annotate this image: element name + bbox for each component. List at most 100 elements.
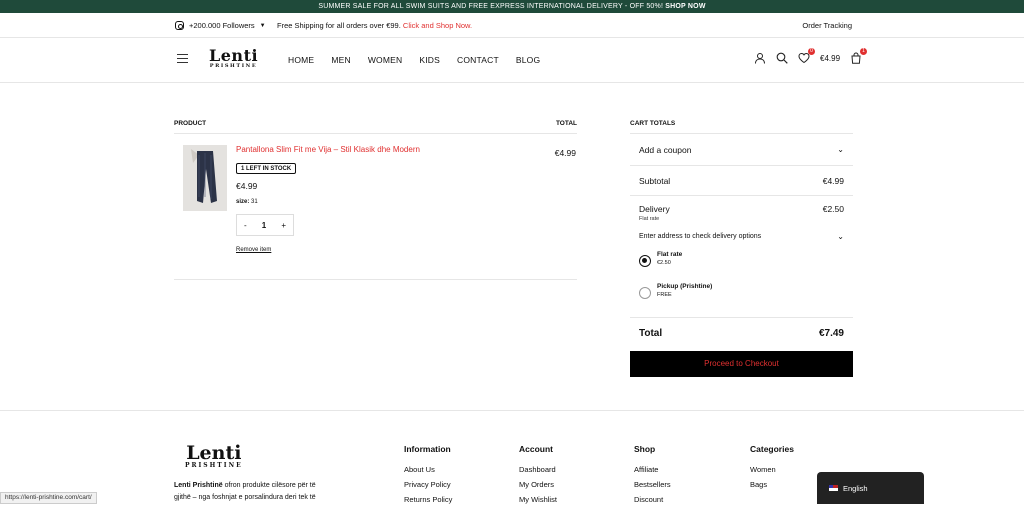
shipping-option-pickup[interactable]: Pickup (Prishtine) FREE [630, 279, 853, 311]
header-icons: 0 €4.99 1 [754, 48, 868, 64]
shop-now-shipping-link[interactable]: Click and Shop Now. [403, 21, 472, 30]
footer-link-discount[interactable]: Discount [634, 495, 671, 504]
delivery-address-toggle[interactable]: Enter address to check delivery options … [630, 225, 853, 247]
product-price: €4.99 [236, 181, 258, 191]
stock-badge: 1 LEFT IN STOCK [236, 163, 297, 174]
enter-address-label: Enter address to check delivery options [639, 232, 762, 240]
footer-link-orders[interactable]: My Orders [519, 480, 557, 489]
site-logo[interactable]: Lenti PRISHTINE [209, 46, 259, 70]
nav-men[interactable]: MEN [331, 55, 351, 65]
footer-link-about[interactable]: About Us [404, 465, 452, 474]
main-nav: HOME MEN WOMEN KIDS CONTACT BLOG [288, 55, 557, 65]
chevron-down-icon: ⌄ [837, 231, 844, 241]
language-label: English [843, 483, 868, 493]
footer-col-title: Information [404, 444, 451, 454]
wishlist-button[interactable]: 0 [798, 48, 815, 64]
shipping-option-flat-rate[interactable]: Flat rate €2.50 [630, 247, 853, 279]
proceed-to-checkout-button[interactable]: Proceed to Checkout [630, 351, 853, 377]
radio-pickup[interactable] [639, 287, 651, 299]
footer-col-information: Information About Us Privacy Policy Retu… [404, 444, 452, 510]
radio-flat-rate[interactable] [639, 255, 651, 267]
chevron-down-icon: ▼ [259, 22, 266, 29]
instagram-icon [175, 21, 184, 30]
product-size: size: 31 [236, 199, 258, 205]
footer-col-title: Categories [750, 444, 794, 454]
cart-table: PRODUCT TOTAL Pantallona Slim Fit me Vij… [174, 120, 577, 280]
product-thumbnail[interactable] [183, 145, 227, 211]
quantity-stepper: - 1 + [236, 214, 294, 236]
col-total: TOTAL [555, 120, 577, 127]
subtotal-value: €4.99 [822, 175, 844, 186]
shipping-notice: Free Shipping for all orders over €99. C… [277, 21, 472, 30]
logo-sub: PRISHTINE [209, 63, 258, 69]
nav-blog[interactable]: BLOG [516, 55, 540, 65]
remove-item-link[interactable]: Remove item [236, 247, 271, 253]
nav-kids[interactable]: KIDS [419, 55, 440, 65]
language-switcher[interactable]: English [817, 472, 924, 504]
cart-totals-title: CART TOTALS [630, 120, 853, 134]
option-name: Flat rate [657, 251, 683, 258]
item-total: €4.99 [554, 148, 576, 158]
cart-amount[interactable]: €4.99 [820, 54, 840, 63]
delivery-value: €2.50 [822, 204, 844, 214]
status-url: https://lenti-prishtine.com/cart/ [0, 492, 97, 504]
footer-logo-main: Lenti [186, 442, 242, 464]
logo-main: Lenti [209, 46, 259, 65]
promo-bar: SUMMER SALE FOR ALL SWIM SUITS AND FREE … [0, 0, 1024, 13]
menu-icon[interactable] [177, 54, 188, 63]
cart-count-badge: 1 [860, 48, 868, 55]
quantity-increase-button[interactable]: + [281, 221, 286, 230]
nav-contact[interactable]: CONTACT [457, 55, 499, 65]
coupon-label: Add a coupon [639, 144, 692, 155]
quantity-input[interactable]: 1 [262, 221, 266, 230]
cart-button[interactable]: 1 [850, 48, 868, 64]
user-icon[interactable] [754, 52, 766, 64]
wishlist-count-badge: 0 [808, 48, 815, 55]
footer-link-women[interactable]: Women [750, 465, 794, 474]
footer-description: Lenti Prishtinë ofron produkte cilësore … [174, 480, 334, 504]
nav-home[interactable]: HOME [288, 55, 314, 65]
cart-table-header: PRODUCT TOTAL [174, 120, 577, 134]
footer-col-shop: Shop Affiliate Bestsellers Discount [634, 444, 671, 510]
footer-logo[interactable]: Lenti PRISHTINE [185, 442, 243, 470]
cart-totals: CART TOTALS Add a coupon ⌄ Subtotal €4.9… [630, 120, 853, 377]
footer-link-bags[interactable]: Bags [750, 480, 794, 489]
total-row: Total €7.49 [630, 317, 853, 349]
footer-link-returns[interactable]: Returns Policy [404, 495, 452, 504]
followers-dropdown[interactable]: +200.000 Followers ▼ [175, 21, 266, 30]
subtotal-label: Subtotal [639, 175, 671, 186]
info-bar: +200.000 Followers ▼ Free Shipping for a… [0, 13, 1024, 38]
footer-link-dashboard[interactable]: Dashboard [519, 465, 557, 474]
total-value: €7.49 [818, 328, 844, 339]
delivery-method: Flat rate [639, 216, 660, 222]
size-label: size: [236, 199, 250, 205]
footer-link-affiliate[interactable]: Affiliate [634, 465, 671, 474]
total-label: Total [639, 328, 663, 339]
site-header: Lenti PRISHTINE HOME MEN WOMEN KIDS CONT… [0, 38, 1024, 83]
nav-women[interactable]: WOMEN [368, 55, 403, 65]
col-product: PRODUCT [174, 120, 207, 127]
shipping-text: Free Shipping for all orders over €99. [277, 21, 401, 30]
product-name-link[interactable]: Pantallona Slim Fit me Vija – Stil Klasi… [236, 145, 420, 154]
search-icon[interactable] [776, 52, 788, 64]
cart-totals-heading: CART TOTALS [630, 120, 676, 127]
footer-link-bestsellers[interactable]: Bestsellers [634, 480, 671, 489]
delivery-row: Delivery Flat rate €2.50 [630, 196, 853, 225]
footer-logo-sub: PRISHTINE [185, 462, 243, 469]
shop-now-link[interactable]: SHOP NOW [665, 3, 705, 10]
option-name: Pickup (Prishtine) [657, 283, 713, 290]
footer-link-privacy[interactable]: Privacy Policy [404, 480, 452, 489]
chevron-down-icon: ⌄ [837, 145, 844, 154]
quantity-decrease-button[interactable]: - [244, 221, 247, 230]
size-value: 31 [251, 199, 258, 205]
cart-page: PRODUCT TOTAL Pantallona Slim Fit me Vij… [0, 83, 1024, 410]
footer-brand: Lenti Prishtinë [174, 482, 223, 489]
promo-text: SUMMER SALE FOR ALL SWIM SUITS AND FREE … [318, 3, 664, 10]
footer-col-title: Account [519, 444, 553, 454]
option-price: €2.50 [657, 260, 671, 266]
footer-link-wishlist[interactable]: My Wishlist [519, 495, 557, 504]
delivery-label: Delivery [639, 204, 670, 214]
us-flag-icon [829, 485, 838, 491]
order-tracking-link[interactable]: Order Tracking [802, 21, 852, 30]
coupon-toggle[interactable]: Add a coupon ⌄ [630, 134, 853, 166]
